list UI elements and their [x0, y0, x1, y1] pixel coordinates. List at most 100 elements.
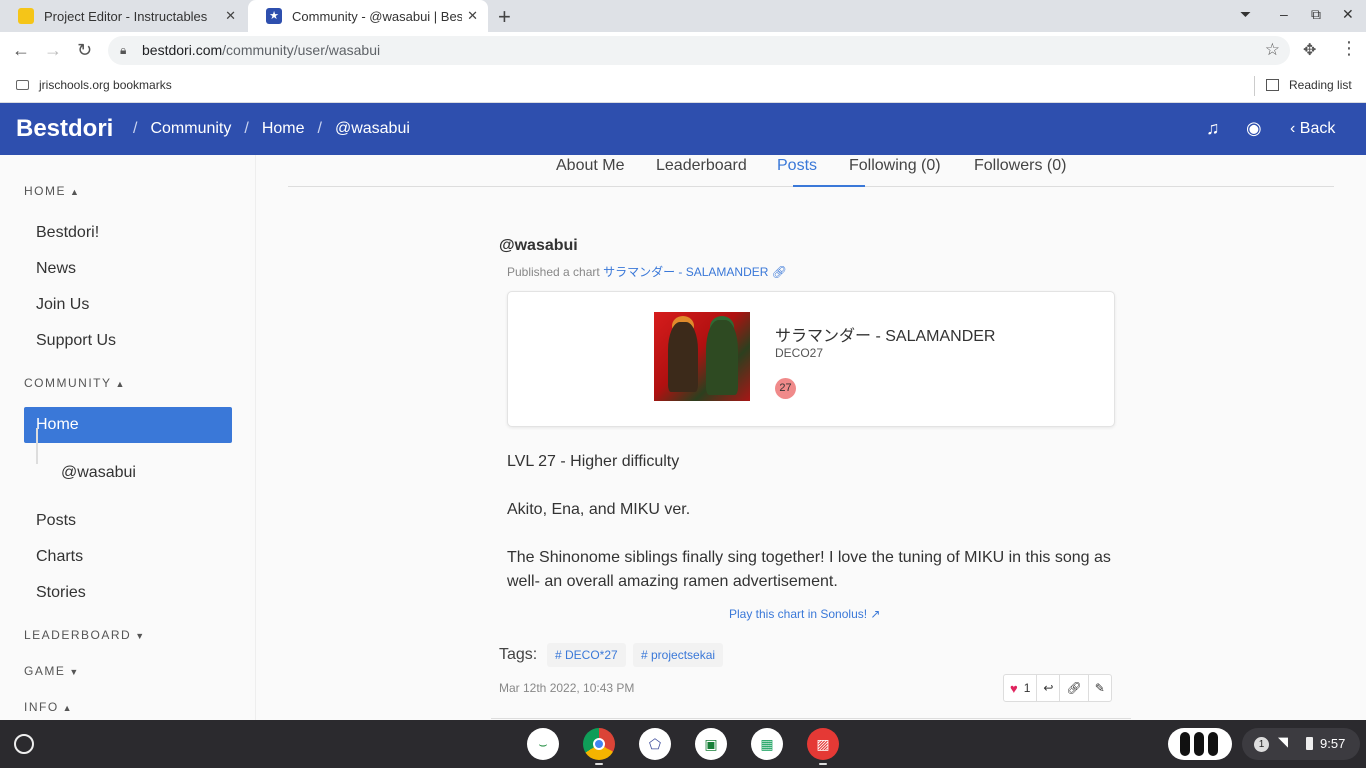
close-tab-icon[interactable]: ✕: [225, 8, 236, 24]
bookmark-folder[interactable]: jrischools.org bookmarks: [16, 78, 172, 92]
app-icon-classroom[interactable]: ⌣: [527, 728, 559, 760]
song-title: サラマンダー - SALAMANDER: [775, 328, 996, 345]
bestdori-favicon-icon: ★: [266, 8, 282, 24]
sidebar-item-wasabui[interactable]: @wasabui: [61, 464, 136, 482]
account-icon[interactable]: ◉: [1246, 118, 1262, 139]
section-label: GAME: [24, 664, 66, 678]
sidebar-item-stories[interactable]: Stories: [36, 584, 86, 602]
music-note-icon[interactable]: ♫: [1206, 118, 1220, 139]
tab-posts[interactable]: Posts: [777, 157, 817, 175]
copy-link-button[interactable]: 🔗︎: [1060, 675, 1089, 701]
reply-button[interactable]: ↩: [1037, 675, 1061, 701]
battery-icon: [1306, 737, 1313, 750]
close-window-icon[interactable]: ✕: [1342, 6, 1354, 23]
sidebar-section-community[interactable]: COMMUNITY ▲: [24, 376, 126, 390]
sidebar-item-news[interactable]: News: [36, 260, 76, 278]
site-header: Bestdori / Community / Home / @wasabui ♫…: [0, 103, 1366, 155]
published-prefix: Published a chart: [507, 265, 600, 279]
tab-following[interactable]: Following (0): [849, 157, 941, 175]
reload-icon[interactable]: ↻: [77, 40, 92, 61]
app-icon-classroom-board[interactable]: ▣: [695, 728, 727, 760]
tag-chip[interactable]: # DECO*27: [547, 643, 626, 667]
sidebar-section-game[interactable]: GAME ▼: [24, 664, 80, 678]
post-body-line: The Shinonome siblings finally sing toge…: [507, 549, 1111, 590]
chevron-up-icon: ▲: [70, 187, 81, 197]
sidebar-item-home-active[interactable]: Home: [24, 407, 232, 443]
chart-link[interactable]: サラマンダー - SALAMANDER 🔗︎: [603, 265, 787, 279]
extensions-icon[interactable]: ✥: [1303, 40, 1316, 60]
sidebar-section-info[interactable]: INFO ▲: [24, 700, 73, 714]
forward-arrow-icon[interactable]: →: [44, 40, 62, 61]
tab-followers[interactable]: Followers (0): [974, 157, 1066, 175]
profile-tabs: About Me Leaderboard Posts Following (0)…: [288, 155, 1334, 187]
breadcrumb-community[interactable]: Community: [150, 120, 231, 138]
tag-chip[interactable]: # projectsekai: [633, 643, 724, 667]
url-text[interactable]: bestdori.com/community/user/wasabui: [142, 42, 380, 58]
sidebar-item-posts[interactable]: Posts: [36, 512, 76, 530]
main-content: About Me Leaderboard Posts Following (0)…: [256, 155, 1366, 720]
play-link-text: Play this chart in Sonolus!: [729, 607, 868, 621]
reading-list-icon: [1266, 79, 1279, 91]
chevron-down-icon: ▼: [135, 631, 146, 641]
restore-icon[interactable]: ⧉: [1311, 6, 1321, 23]
post-subtitle: Published a chart サラマンダー - SALAMANDER 🔗︎: [507, 263, 787, 280]
phone-hub-icon[interactable]: [1168, 728, 1232, 760]
minimize-icon[interactable]: –: [1280, 6, 1288, 22]
breadcrumb-user[interactable]: @wasabui: [335, 120, 410, 138]
sidebar-item-bestdori[interactable]: Bestdori!: [36, 224, 99, 242]
tab-search-icon[interactable]: ⏷: [1240, 6, 1251, 23]
sidebar-section-leaderboard[interactable]: LEADERBOARD ▼: [24, 628, 146, 642]
running-indicator: [595, 763, 603, 765]
sidebar-item-support-us[interactable]: Support Us: [36, 332, 116, 350]
omnibox[interactable]: 🔒︎ bestdori.com/community/user/wasabui ☆: [108, 36, 1290, 65]
back-button[interactable]: ‹ Back: [1290, 120, 1335, 138]
sub-item-indent-line: [36, 428, 38, 464]
status-tray[interactable]: 1 ◥ 9:57: [1242, 728, 1360, 760]
bookmark-star-icon[interactable]: ☆: [1265, 40, 1280, 60]
new-tab-icon[interactable]: +: [498, 4, 511, 30]
breadcrumb-separator: /: [133, 120, 138, 137]
url-domain: bestdori.com: [142, 42, 223, 58]
tab-leaderboard[interactable]: Leaderboard: [656, 157, 747, 175]
os-shelf: ⌣ ⬠ ▣ ▦ ▨ 1 ◥ 9:57: [0, 720, 1366, 768]
sidebar-item-charts[interactable]: Charts: [36, 548, 83, 566]
tab-about-me[interactable]: About Me: [556, 157, 624, 175]
chrome-icon[interactable]: [583, 728, 615, 760]
app-icon-calculator[interactable]: ▦: [751, 728, 783, 760]
song-cover-image: [654, 312, 750, 401]
breadcrumb-home[interactable]: Home: [262, 120, 305, 138]
browser-menu-icon[interactable]: ⋮: [1340, 38, 1358, 59]
like-button[interactable]: ♥ 1: [1004, 675, 1038, 701]
sidebar-nav: HOME ▲ Bestdori! News Join Us Support Us …: [0, 155, 256, 720]
level-badge: 27: [775, 378, 796, 399]
back-arrow-icon[interactable]: ←: [12, 40, 30, 61]
edit-button[interactable]: ✎: [1089, 675, 1111, 701]
app-icon-gallery[interactable]: ▨: [807, 728, 839, 760]
edit-icon: ✎: [1094, 681, 1105, 695]
link-icon: 🔗︎: [1066, 681, 1082, 695]
link-icon: 🔗︎: [771, 265, 788, 279]
browser-tab-strip: Project Editor - Instructables ✕ ★ Commu…: [0, 0, 1366, 32]
like-count: 1: [1023, 681, 1031, 695]
running-indicator: [819, 763, 827, 765]
browser-tab-instructables[interactable]: Project Editor - Instructables ✕: [0, 0, 246, 32]
chevron-down-icon: ▼: [69, 667, 80, 677]
browser-tab-bestdori[interactable]: ★ Community - @wasabui | Bestdori ✕: [248, 0, 488, 32]
site-brand[interactable]: Bestdori: [16, 115, 113, 143]
folder-icon: [16, 80, 29, 90]
address-toolbar: ← → ↻ 🔒︎ bestdori.com/community/user/was…: [0, 32, 1366, 70]
bookmark-separator: [1254, 76, 1255, 96]
close-tab-icon[interactable]: ✕: [467, 8, 478, 24]
sidebar-section-home[interactable]: HOME ▲: [24, 184, 80, 198]
breadcrumb: / Community / Home / @wasabui: [120, 120, 410, 138]
active-tab-indicator: [793, 185, 865, 187]
app-icon-pentagon[interactable]: ⬠: [639, 728, 671, 760]
launcher-icon[interactable]: [14, 734, 34, 754]
wifi-icon: ◥: [1278, 734, 1288, 749]
chart-card[interactable]: サラマンダー - SALAMANDER DECO27 27: [507, 291, 1115, 427]
section-label: INFO: [24, 700, 59, 714]
post-author[interactable]: @wasabui: [499, 237, 578, 255]
reading-list-button[interactable]: Reading list: [1266, 78, 1352, 92]
play-in-sonolus-link[interactable]: Play this chart in Sonolus! ↗: [729, 607, 880, 621]
sidebar-item-join-us[interactable]: Join Us: [36, 296, 89, 314]
